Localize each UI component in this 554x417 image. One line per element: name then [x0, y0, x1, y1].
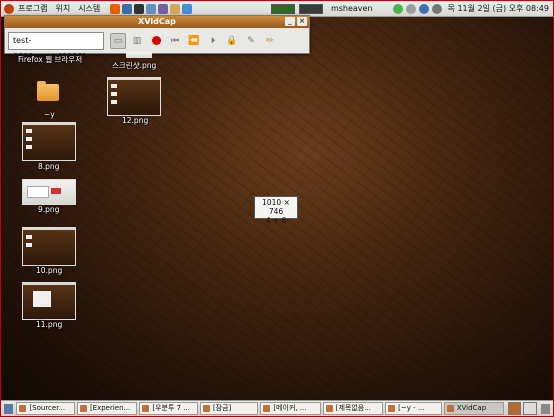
screenshot-label[interactable]: 스크린샷.png	[112, 60, 156, 71]
workspace-2[interactable]	[523, 402, 537, 415]
firefox-desktop-label[interactable]: Firefox 웹 브라우저	[18, 54, 82, 65]
main-menu-icon[interactable]	[4, 3, 14, 14]
mail-icon[interactable]	[122, 3, 133, 14]
menu-system[interactable]: 시스템	[78, 3, 100, 14]
filmstrip-icon[interactable]: ▥	[129, 33, 145, 49]
task-button-ubuntu[interactable]: [우분투 7 ...	[139, 402, 198, 415]
editor-icon[interactable]	[146, 3, 157, 14]
bottom-panel: [Sourcer... [Experien... [우분투 7 ... [잠금]…	[1, 400, 553, 416]
file-label-12[interactable]: 12.png	[122, 116, 148, 125]
launcher-group	[110, 3, 193, 14]
volume-icon[interactable]	[431, 3, 442, 14]
record-icon	[151, 36, 161, 45]
menu-applications[interactable]: 프로그램	[18, 3, 47, 14]
screenshot-thumbnail[interactable]	[126, 52, 152, 58]
terminal-icon[interactable]	[134, 3, 145, 14]
xvidcap-titlebar[interactable]: XVidCap _ ×	[5, 16, 309, 28]
screen: 프로그램 위치 시스템 msheaven 목 11월 2일 (금) 오후 08:…	[0, 0, 554, 417]
selection-size: 1010 × 746	[262, 198, 290, 216]
xvidcap-window: XVidCap _ × test-0000.mpeg[0000] ▭ ▥ ⏮ ⏪…	[4, 15, 310, 61]
file-label-10[interactable]: 10.png	[36, 266, 62, 275]
selection-size-tooltip: 1010 × 746 4 + 6	[254, 196, 298, 225]
pause-icon[interactable]: ⏮	[167, 33, 183, 49]
task-button-xvidcap[interactable]: XVidCap	[443, 402, 505, 415]
thumbnail-8[interactable]	[22, 122, 76, 161]
selection-offset: 4 + 6	[265, 216, 287, 225]
xvidcap-title: XVidCap	[138, 17, 176, 26]
update-icon[interactable]	[418, 3, 429, 14]
trash-icon[interactable]	[540, 403, 551, 414]
cpu-monitor[interactable]	[270, 3, 295, 14]
minimize-button[interactable]: _	[285, 17, 295, 26]
folder-label[interactable]: ~y	[44, 110, 55, 119]
task-button-home[interactable]: [~y - ...	[385, 402, 442, 415]
thumbnail-10[interactable]	[22, 227, 76, 266]
record-button[interactable]	[148, 33, 164, 49]
pick-icon[interactable]: ✎	[243, 33, 259, 49]
power-icon[interactable]	[405, 3, 416, 14]
preferences-icon[interactable]: ✏	[262, 33, 278, 49]
file-label-9[interactable]: 9.png	[38, 205, 59, 214]
file-label-11[interactable]: 11.png	[36, 320, 62, 329]
lock-icon[interactable]: 🔒	[224, 33, 240, 49]
workspace-1[interactable]	[508, 402, 522, 415]
network-icon[interactable]	[158, 3, 169, 14]
task-button-experience[interactable]: [Experien...	[76, 402, 138, 415]
text-icon[interactable]	[182, 3, 193, 14]
network-status-icon[interactable]	[392, 3, 403, 14]
task-button-untitled[interactable]: [제목없음...	[322, 402, 384, 415]
capture-file-field[interactable]: test-0000.mpeg[0000]	[8, 31, 104, 61]
system-tray	[392, 3, 442, 14]
network-monitor[interactable]	[298, 3, 323, 14]
task-button-lock[interactable]: [잠금]	[199, 402, 259, 415]
close-button[interactable]: ×	[297, 17, 307, 26]
thumbnail-12[interactable]	[107, 77, 161, 116]
thumbnail-11[interactable]	[22, 282, 76, 320]
folder-icon[interactable]	[37, 81, 59, 101]
firefox-icon[interactable]	[110, 3, 121, 14]
task-button-maker[interactable]: [메이커, ...	[260, 402, 321, 415]
thumbnail-9[interactable]	[22, 179, 76, 205]
show-desktop-icon[interactable]	[4, 403, 14, 414]
rewind-icon[interactable]: ⏪	[186, 33, 202, 49]
clock[interactable]: 목 11월 2일 (금) 오후 08:49	[448, 3, 549, 14]
xvidcap-toolbar: test-0000.mpeg[0000] ▭ ▥ ⏮ ⏪ ⏵ 🔒 ✎ ✏	[5, 28, 309, 61]
play-icon[interactable]: ⏵	[205, 33, 221, 49]
menu-places[interactable]: 위치	[55, 3, 70, 14]
frame-select-icon[interactable]: ▭	[110, 32, 126, 49]
task-button-sourcer[interactable]: [Sourcer...	[16, 402, 75, 415]
file-label-8[interactable]: 8.png	[38, 162, 59, 171]
hand-icon[interactable]	[170, 3, 181, 14]
user-name[interactable]: msheaven	[331, 4, 373, 13]
